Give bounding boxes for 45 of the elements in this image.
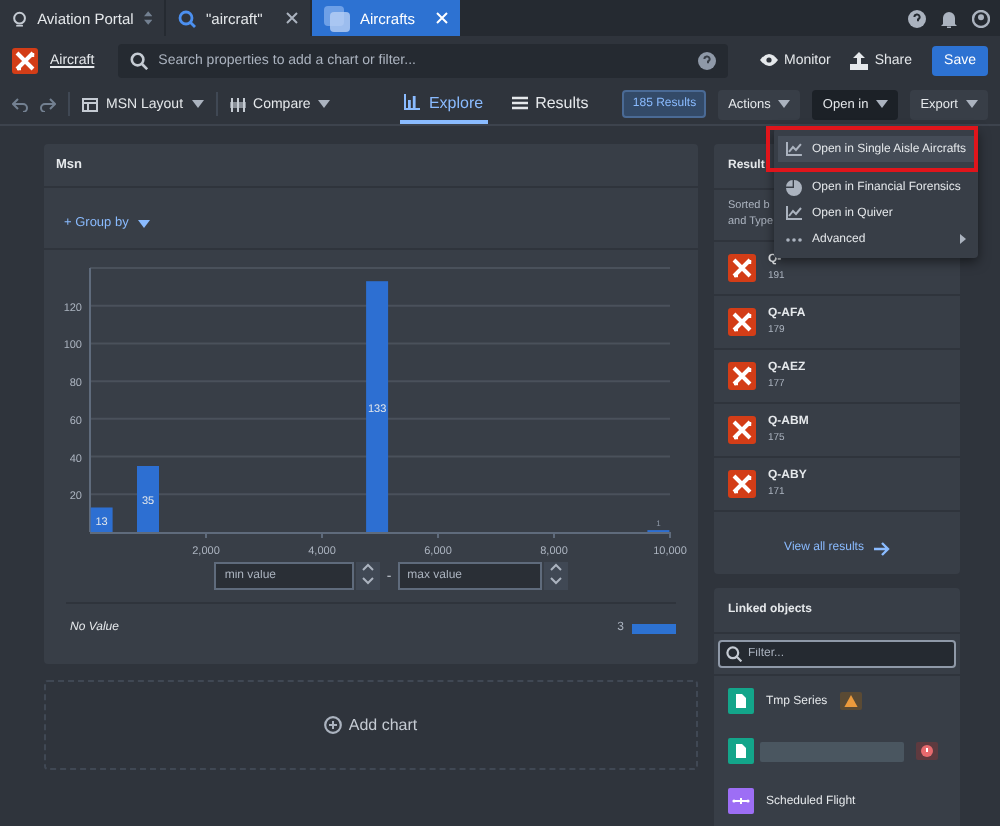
caret-icon (778, 100, 791, 108)
layout-icon (82, 97, 98, 111)
aircraft-icon (728, 362, 756, 391)
aircraft-icon (728, 254, 756, 283)
user-icon[interactable] (972, 9, 990, 27)
caret-icon (966, 100, 978, 108)
share-icon (850, 51, 869, 69)
caret-icon (876, 100, 889, 108)
cube-icon (324, 5, 350, 31)
document-icon (728, 738, 754, 765)
list-icon (511, 95, 528, 109)
eye-icon (760, 54, 778, 66)
pie-chart-icon (786, 179, 802, 195)
line-chart-icon (786, 142, 802, 156)
bar-chart-icon (404, 94, 421, 110)
warning-icon (839, 692, 862, 711)
sort-icon (143, 10, 152, 26)
search-icon (178, 9, 196, 27)
aircraft-icon (728, 416, 756, 445)
undo-icon[interactable] (12, 97, 28, 111)
aircraft-icon (728, 308, 756, 337)
document-icon (728, 688, 754, 715)
close-icon[interactable] (286, 12, 298, 24)
line-chart-icon (786, 206, 802, 220)
redo-icon[interactable] (40, 97, 56, 111)
search-icon (726, 646, 742, 663)
columns-icon (229, 97, 246, 111)
flight-icon (728, 788, 754, 815)
aircraft-icon (728, 470, 756, 499)
caret-icon (318, 100, 331, 108)
aircraft-icon (12, 47, 38, 73)
search-icon (130, 51, 149, 69)
caret-icon (138, 219, 151, 227)
bell-icon[interactable] (940, 9, 958, 27)
view-tab[interactable]: Results (507, 84, 593, 124)
histogram-bar[interactable] (90, 507, 113, 532)
caret-icon (191, 100, 204, 108)
arrow-right-icon (873, 541, 890, 556)
view-tab[interactable]: Explore (400, 84, 488, 124)
globe-icon (12, 9, 28, 27)
help-icon[interactable] (908, 9, 926, 27)
add-chart-area[interactable]: Add chart (44, 680, 698, 770)
error-icon (916, 742, 938, 761)
help-icon[interactable] (698, 51, 716, 69)
add-icon (324, 716, 343, 734)
